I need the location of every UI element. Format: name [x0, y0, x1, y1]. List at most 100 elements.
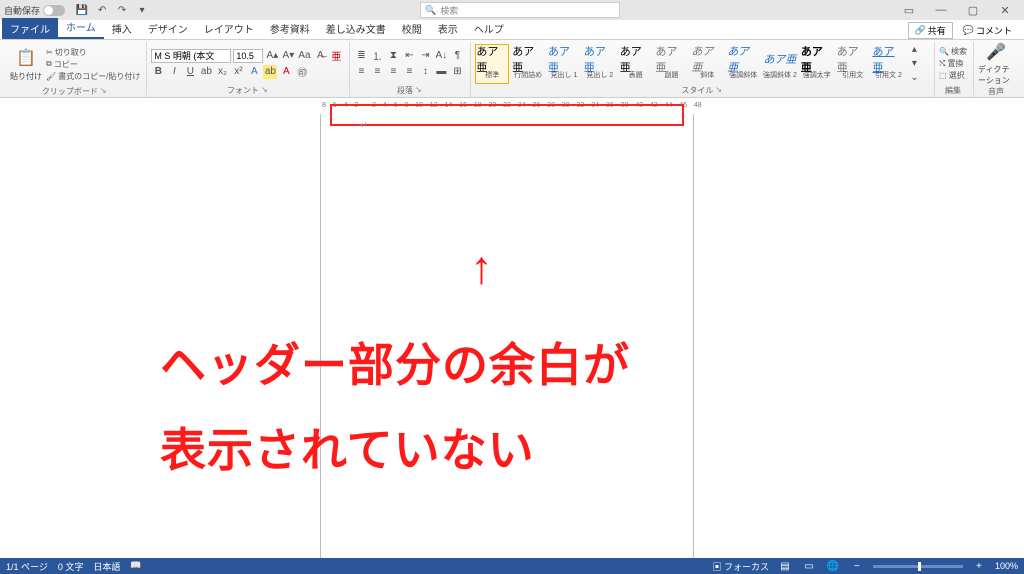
zoom-level[interactable]: 100% — [995, 561, 1018, 571]
tab-review[interactable]: 校閲 — [394, 18, 430, 39]
align-right-icon[interactable]: ≡ — [386, 65, 400, 79]
paste-button[interactable]: 📋 貼り付け — [8, 42, 44, 86]
style-item-11[interactable]: あア亜引用文 2 — [872, 44, 906, 84]
style-name: 引用文 2 — [875, 70, 902, 80]
styles-gallery[interactable]: あア亜標準あア亜行間詰めあア亜見出し 1あア亜見出し 2あア亜表題あア亜副題あア… — [475, 44, 905, 84]
style-item-6[interactable]: あア亜斜体 — [690, 44, 724, 84]
select-button[interactable]: ⬚選択 — [939, 70, 967, 81]
find-button[interactable]: 🔍検索 — [939, 46, 967, 57]
format-painter-button[interactable]: 🖌書式のコピー/貼り付け — [46, 71, 140, 82]
status-words[interactable]: 0 文字 — [58, 560, 84, 573]
document-area[interactable]: ↵ ↑ ヘッダー部分の余白が 表示されていない — [0, 114, 1024, 558]
ribbon-display-icon[interactable]: ▭ — [894, 1, 924, 19]
grow-font-icon[interactable]: A▴ — [265, 49, 279, 63]
border-icon[interactable]: ⊞ — [450, 65, 464, 79]
style-item-10[interactable]: あア亜引用文 — [836, 44, 870, 84]
tab-insert[interactable]: 挿入 — [104, 18, 140, 39]
cut-button[interactable]: ✂切り取り — [46, 47, 140, 58]
show-marks-icon[interactable]: ¶ — [450, 49, 464, 63]
styles-dialog-icon[interactable]: ↘ — [715, 85, 722, 96]
minimize-icon[interactable]: — — [926, 1, 956, 19]
undo-icon[interactable]: ↶ — [95, 3, 109, 17]
zoom-slider[interactable] — [873, 565, 963, 568]
bold-icon[interactable]: B — [151, 65, 165, 79]
paragraph-dialog-icon[interactable]: ↘ — [415, 85, 422, 96]
style-item-2[interactable]: あア亜見出し 1 — [547, 44, 581, 84]
proofing-icon[interactable]: 📖 — [130, 560, 141, 573]
style-item-9[interactable]: あア亜強調太字 — [800, 44, 834, 84]
enclose-icon[interactable]: ㊞ — [295, 65, 309, 79]
sort-icon[interactable]: A↓ — [434, 49, 448, 63]
focus-button[interactable]: ▣ フォーカス — [712, 560, 769, 573]
close-icon[interactable]: ✕ — [990, 1, 1020, 19]
toggle-switch-icon[interactable] — [43, 5, 65, 16]
subscript-icon[interactable]: x₂ — [215, 65, 229, 79]
dictate-button[interactable]: 🎤 ディクテーション — [978, 42, 1014, 86]
text-effects-icon[interactable]: A — [247, 65, 261, 79]
align-left-icon[interactable]: ≡ — [354, 65, 368, 79]
numbering-icon[interactable]: ⒈ — [370, 49, 384, 63]
tab-view[interactable]: 表示 — [430, 18, 466, 39]
styles-down-icon[interactable]: ▾ — [907, 57, 921, 71]
tab-mailings[interactable]: 差し込み文書 — [318, 18, 394, 39]
zoom-out-icon[interactable]: − — [849, 559, 865, 573]
style-item-7[interactable]: あア亜強調斜体 — [726, 44, 760, 84]
style-item-5[interactable]: あア亜副題 — [655, 44, 689, 84]
shading-icon[interactable]: ▬ — [434, 65, 448, 79]
underline-icon[interactable]: U — [183, 65, 197, 79]
autosave-toggle[interactable]: 自動保存 — [4, 4, 65, 17]
qat-dropdown-icon[interactable]: ▾ — [135, 3, 149, 17]
clipboard-dialog-icon[interactable]: ↘ — [100, 86, 107, 97]
change-case-icon[interactable]: Aa — [297, 49, 311, 63]
style-item-0[interactable]: あア亜標準 — [475, 44, 509, 84]
align-center-icon[interactable]: ≡ — [370, 65, 384, 79]
tab-references[interactable]: 参考資料 — [262, 18, 318, 39]
search-box[interactable]: 🔍 検索 — [420, 2, 620, 18]
tab-help[interactable]: ヘルプ — [466, 18, 512, 39]
increase-indent-icon[interactable]: ⇥ — [418, 49, 432, 63]
zoom-in-icon[interactable]: + — [971, 559, 987, 573]
style-item-3[interactable]: あア亜見出し 2 — [583, 44, 617, 84]
ruler-tick: 8 — [322, 102, 326, 109]
save-icon[interactable]: 💾 — [75, 3, 89, 17]
style-name: 斜体 — [700, 70, 714, 80]
status-lang[interactable]: 日本語 — [93, 560, 120, 573]
tab-layout[interactable]: レイアウト — [196, 18, 262, 39]
maximize-icon[interactable]: ▢ — [958, 1, 988, 19]
font-name-input[interactable] — [151, 49, 231, 63]
tab-design[interactable]: デザイン — [140, 18, 196, 39]
web-layout-icon[interactable]: 🌐 — [825, 559, 841, 573]
bullets-icon[interactable]: ≣ — [354, 49, 368, 63]
tab-home[interactable]: ホーム — [58, 16, 104, 39]
print-layout-icon[interactable]: ▤ — [777, 559, 793, 573]
font-size-input[interactable] — [233, 49, 263, 63]
multilevel-icon[interactable]: ⧗ — [386, 49, 400, 63]
tab-file[interactable]: ファイル — [2, 18, 58, 39]
comment-button[interactable]: 💬コメント — [957, 23, 1018, 38]
copy-button[interactable]: ⧉コピー — [46, 59, 140, 70]
superscript-icon[interactable]: x² — [231, 65, 245, 79]
phonetic-guide-icon[interactable]: 亜 — [329, 49, 343, 63]
shrink-font-icon[interactable]: A▾ — [281, 49, 295, 63]
style-item-4[interactable]: あア亜表題 — [619, 44, 653, 84]
replace-button[interactable]: ⤭置換 — [939, 58, 967, 69]
italic-icon[interactable]: I — [167, 65, 181, 79]
line-spacing-icon[interactable]: ↕ — [418, 65, 432, 79]
font-dialog-icon[interactable]: ↘ — [261, 85, 268, 96]
redo-icon[interactable]: ↷ — [115, 3, 129, 17]
style-item-1[interactable]: あア亜行間詰め — [511, 44, 545, 84]
read-mode-icon[interactable]: ▭ — [801, 559, 817, 573]
strike-icon[interactable]: ab — [199, 65, 213, 79]
styles-more-icon[interactable]: ⌄ — [907, 71, 921, 85]
style-item-8[interactable]: あア亜強調斜体 2 — [762, 44, 798, 84]
justify-icon[interactable]: ≡ — [402, 65, 416, 79]
font-color-icon[interactable]: A — [279, 65, 293, 79]
highlight-icon[interactable]: ab — [263, 65, 277, 79]
style-name: 強調太字 — [803, 70, 831, 80]
status-page[interactable]: 1/1 ページ — [6, 560, 48, 573]
clear-format-icon[interactable]: A̶ — [313, 49, 327, 63]
styles-up-icon[interactable]: ▴ — [907, 43, 921, 57]
share-button[interactable]: 🔗共有 — [908, 22, 953, 39]
group-voice: 🎤 ディクテーション 音声 — [974, 42, 1020, 97]
decrease-indent-icon[interactable]: ⇤ — [402, 49, 416, 63]
